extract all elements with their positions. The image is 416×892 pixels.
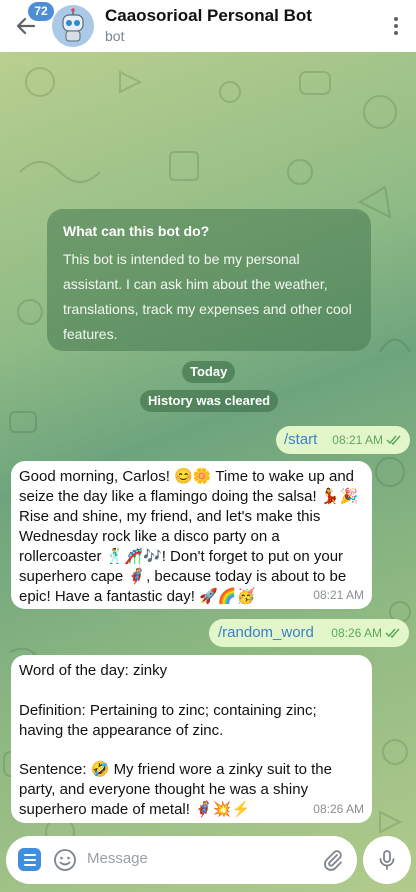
date-separator: Today <box>182 361 236 383</box>
message-composer: Message <box>6 836 357 884</box>
more-menu-button[interactable] <box>390 14 402 38</box>
bot-menu-button[interactable] <box>18 848 41 871</box>
message-bubble-outgoing[interactable]: /start 08:21 AM <box>276 426 410 454</box>
bot-info-body: This bot is intended to be my personal a… <box>63 251 352 342</box>
message-time: 08:21 AM <box>332 433 383 447</box>
message-meta: 08:21 AM <box>332 430 402 450</box>
sentence-line: Sentence: 🤣 My friend wore a zinky suit … <box>19 761 332 818</box>
bot-info-card: What can this bot do? This bot is intend… <box>47 209 371 351</box>
message-bubble-incoming[interactable]: Good morning, Carlos! 😊🌼 Time to wake up… <box>11 461 372 609</box>
message-bubble-incoming[interactable]: Word of the day: zinky Definition: Perta… <box>11 655 372 823</box>
message-time: 08:21 AM <box>313 588 364 602</box>
double-check-icon <box>386 435 401 445</box>
message-text: Good morning, Carlos! 😊🌼 Time to wake up… <box>19 468 359 605</box>
message-time: 08:26 AM <box>313 802 364 816</box>
unread-badge: 72 <box>28 2 54 21</box>
message-meta: 08:26 AM <box>331 623 401 643</box>
more-vertical-icon <box>394 17 398 21</box>
bot-menu-icon <box>23 853 36 856</box>
avatar[interactable] <box>52 5 94 47</box>
chat-title[interactable]: Caaosorioal Personal Bot <box>105 6 312 26</box>
message-input[interactable]: Message <box>87 850 148 867</box>
word-of-day-line: Word of the day: zinky <box>19 662 168 679</box>
chat-header: 72 Caaosorioal Personal Bot bot <box>0 0 416 52</box>
history-cleared-notice: History was cleared <box>140 390 279 412</box>
definition-line: Definition: Pertaining to zinc; containi… <box>19 702 317 739</box>
message-time: 08:26 AM <box>331 626 382 640</box>
paperclip-icon[interactable] <box>321 848 345 872</box>
chat-area[interactable]: What can this bot do? This bot is intend… <box>0 52 416 892</box>
bot-info-title: What can this bot do? <box>63 223 210 239</box>
emoji-icon[interactable] <box>53 848 77 872</box>
chat-subtitle: bot <box>105 28 125 44</box>
microphone-button[interactable] <box>363 836 411 884</box>
double-check-icon <box>385 628 400 638</box>
message-bubble-outgoing[interactable]: /random_word 08:26 AM <box>209 619 409 647</box>
robot-avatar-icon <box>52 5 94 47</box>
microphone-icon <box>379 850 395 870</box>
